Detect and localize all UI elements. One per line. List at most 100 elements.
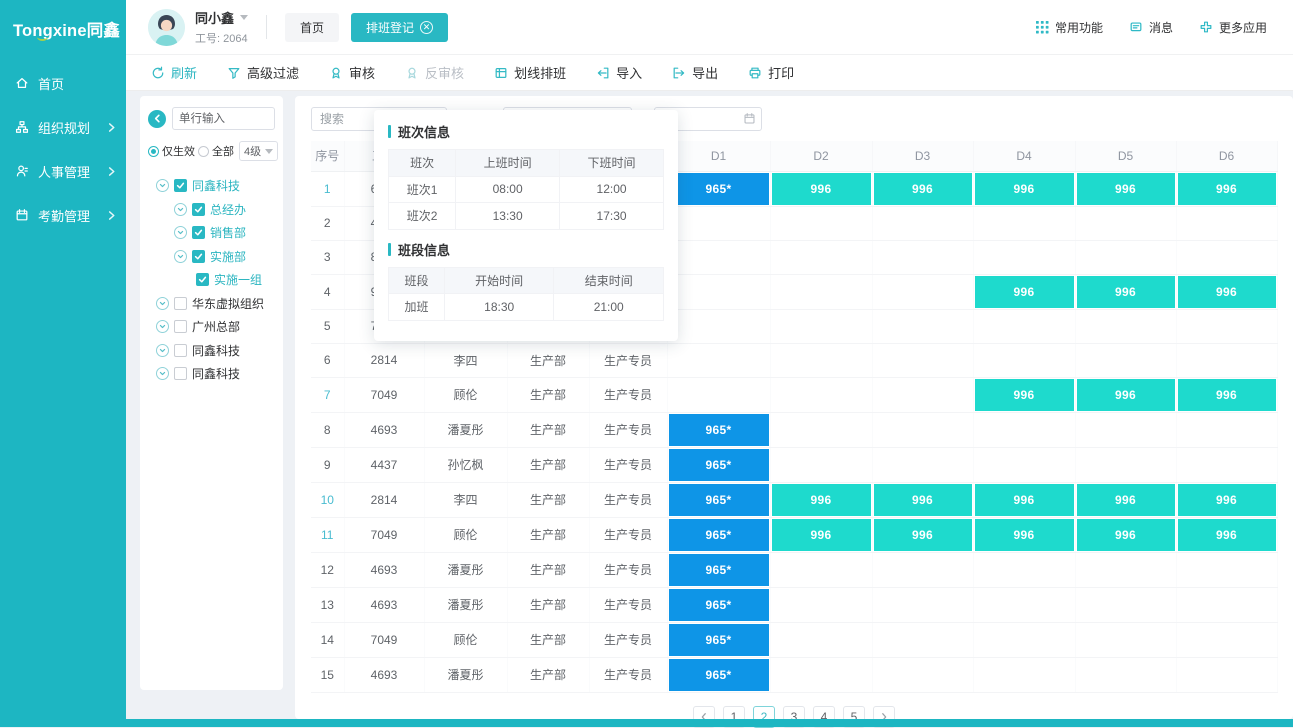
shift-cell-d5[interactable] xyxy=(1075,309,1176,343)
shift-cell-d5[interactable]: 996 xyxy=(1075,171,1176,206)
tree-node-3[interactable]: 实施部 xyxy=(148,245,275,269)
header-action-message[interactable]: 消息 xyxy=(1129,19,1173,36)
shift-cell-d1[interactable]: 965* xyxy=(667,517,770,552)
shift-pill[interactable]: 965* xyxy=(669,554,769,586)
tree-checkbox[interactable] xyxy=(174,320,187,333)
shift-pill[interactable]: 996 xyxy=(874,484,972,516)
tree-checkbox[interactable] xyxy=(174,344,187,357)
tree-expander-icon[interactable] xyxy=(156,320,169,333)
shift-cell-d2[interactable] xyxy=(770,587,872,622)
shift-cell-d6[interactable] xyxy=(1176,587,1277,622)
shift-pill[interactable]: 996 xyxy=(975,379,1074,411)
shift-cell-d6[interactable] xyxy=(1176,622,1277,657)
shift-cell-d5[interactable] xyxy=(1075,622,1176,657)
shift-cell-d1[interactable]: 965* xyxy=(667,622,770,657)
shift-cell-d4[interactable] xyxy=(973,552,1075,587)
tree-node-6[interactable]: 广州总部 xyxy=(148,315,275,339)
shift-cell-d2[interactable] xyxy=(770,657,872,692)
shift-cell-d3[interactable] xyxy=(872,274,973,309)
shift-cell-d1[interactable]: 965* xyxy=(667,552,770,587)
tree-expander-icon[interactable] xyxy=(156,344,169,357)
shift-pill[interactable]: 965* xyxy=(669,414,769,446)
header-action-grid[interactable]: 常用功能 xyxy=(1036,19,1103,36)
shift-cell-d6[interactable] xyxy=(1176,343,1277,377)
toolbar-button-1[interactable]: 高级过滤 xyxy=(227,63,299,82)
shift-pill[interactable]: 996 xyxy=(975,173,1074,205)
shift-cell-d5[interactable]: 996 xyxy=(1075,274,1176,309)
shift-cell-d6[interactable] xyxy=(1176,309,1277,343)
shift-pill[interactable]: 996 xyxy=(1178,276,1276,308)
sidebar-item-org[interactable]: 组织规划 xyxy=(0,105,126,149)
tree-node-8[interactable]: 同鑫科技 xyxy=(148,362,275,386)
shift-cell-d2[interactable] xyxy=(770,377,872,412)
shift-cell-d5[interactable]: 996 xyxy=(1075,517,1176,552)
shift-cell-d5[interactable] xyxy=(1075,240,1176,274)
shift-cell-d4[interactable] xyxy=(973,447,1075,482)
shift-cell-d4[interactable]: 996 xyxy=(973,171,1075,206)
shift-pill[interactable]: 965* xyxy=(669,519,769,551)
shift-cell-d6[interactable]: 996 xyxy=(1176,377,1277,412)
tab-home[interactable]: 首页 xyxy=(285,13,339,42)
shift-cell-d4[interactable] xyxy=(973,343,1075,377)
toolbar-button-4[interactable]: 划线排班 xyxy=(494,63,566,82)
shift-cell-d3[interactable]: 996 xyxy=(872,171,973,206)
shift-cell-d3[interactable] xyxy=(872,309,973,343)
shift-cell-d3[interactable] xyxy=(872,206,973,240)
shift-cell-d2[interactable] xyxy=(770,412,872,447)
shift-cell-d1[interactable] xyxy=(667,343,770,377)
shift-pill[interactable]: 965* xyxy=(669,659,769,691)
collapse-panel-button[interactable] xyxy=(148,110,166,128)
tree-expander-icon[interactable] xyxy=(174,226,187,239)
shift-cell-d3[interactable] xyxy=(872,587,973,622)
level-select-dropdown[interactable]: 4级 xyxy=(239,141,278,161)
shift-cell-d2[interactable] xyxy=(770,309,872,343)
shift-cell-d3[interactable] xyxy=(872,552,973,587)
shift-cell-d6[interactable] xyxy=(1176,206,1277,240)
shift-cell-d4[interactable] xyxy=(973,412,1075,447)
tree-checkbox[interactable] xyxy=(174,367,187,380)
shift-cell-d5[interactable] xyxy=(1075,206,1176,240)
shift-pill[interactable]: 996 xyxy=(1077,484,1175,516)
shift-pill[interactable]: 965* xyxy=(669,484,769,516)
shift-cell-d5[interactable] xyxy=(1075,447,1176,482)
sidebar-item-calendar[interactable]: 考勤管理 xyxy=(0,193,126,237)
tree-expander-icon[interactable] xyxy=(174,203,187,216)
shift-pill[interactable]: 996 xyxy=(1178,379,1276,411)
shift-cell-d2[interactable]: 996 xyxy=(770,517,872,552)
shift-cell-d2[interactable] xyxy=(770,622,872,657)
toolbar-button-6[interactable]: 导出 xyxy=(672,63,718,82)
shift-cell-d6[interactable] xyxy=(1176,552,1277,587)
shift-pill[interactable]: 965* xyxy=(669,589,769,621)
shift-cell-d4[interactable]: 996 xyxy=(973,517,1075,552)
shift-pill[interactable]: 996 xyxy=(1178,484,1276,516)
shift-pill[interactable]: 965* xyxy=(669,173,769,205)
shift-cell-d4[interactable] xyxy=(973,309,1075,343)
shift-cell-d5[interactable]: 996 xyxy=(1075,377,1176,412)
tab-active[interactable]: 排班登记✕ xyxy=(351,13,448,42)
shift-pill[interactable]: 996 xyxy=(1077,519,1175,551)
shift-cell-d1[interactable] xyxy=(667,274,770,309)
shift-cell-d3[interactable]: 996 xyxy=(872,482,973,517)
shift-pill[interactable]: 965* xyxy=(669,449,769,481)
radio-0[interactable] xyxy=(148,146,159,157)
shift-cell-d4[interactable] xyxy=(973,587,1075,622)
tree-expander-icon[interactable] xyxy=(156,179,169,192)
shift-cell-d4[interactable] xyxy=(973,622,1075,657)
shift-pill[interactable]: 996 xyxy=(1178,173,1276,205)
shift-cell-d2[interactable] xyxy=(770,447,872,482)
shift-cell-d5[interactable] xyxy=(1075,412,1176,447)
shift-cell-d5[interactable] xyxy=(1075,343,1176,377)
shift-cell-d1[interactable]: 965* xyxy=(667,657,770,692)
user-name[interactable]: 同小鑫 xyxy=(195,8,234,27)
sidebar-item-home[interactable]: 首页 xyxy=(0,61,126,105)
shift-pill[interactable]: 965* xyxy=(669,624,769,656)
tree-checkbox[interactable] xyxy=(196,273,209,286)
shift-pill[interactable]: 996 xyxy=(975,484,1074,516)
shift-cell-d5[interactable]: 996 xyxy=(1075,482,1176,517)
shift-pill[interactable]: 996 xyxy=(975,276,1074,308)
shift-pill[interactable]: 996 xyxy=(874,519,972,551)
sidebar-item-people[interactable]: 人事管理 xyxy=(0,149,126,193)
shift-cell-d3[interactable] xyxy=(872,412,973,447)
shift-pill[interactable]: 996 xyxy=(1178,519,1276,551)
shift-cell-d4[interactable] xyxy=(973,240,1075,274)
